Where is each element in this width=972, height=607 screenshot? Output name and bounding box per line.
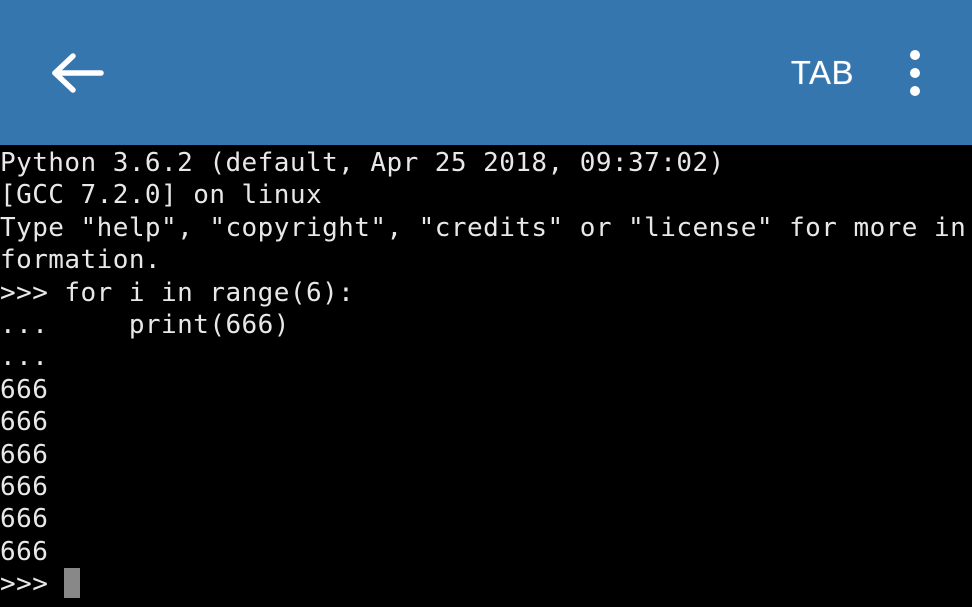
terminal-view[interactable]: Python 3.6.2 (default, Apr 25 2018, 09:3…: [0, 145, 972, 607]
terminal-line: >>> for i in range(6):: [0, 277, 355, 308]
terminal-line: 666: [0, 504, 49, 535]
terminal-output: Python 3.6.2 (default, Apr 25 2018, 09:3…: [0, 145, 972, 600]
terminal-line: Type "help", "copyright", "credits" or "…: [0, 212, 967, 243]
terminal-line: 666: [0, 407, 49, 438]
terminal-line: formation.: [0, 245, 162, 276]
app-bar-left-group: [0, 41, 110, 105]
arrow-left-icon: [49, 52, 107, 94]
terminal-cursor: [64, 568, 81, 599]
terminal-app-window: TAB Python 3.6.2 (default, Apr 25 2018, …: [0, 0, 972, 607]
back-button[interactable]: [46, 41, 110, 105]
more-vertical-icon-dot-1: [910, 49, 920, 60]
terminal-line: 666: [0, 471, 49, 502]
terminal-line: 666: [0, 374, 49, 405]
app-bar: TAB: [0, 0, 972, 145]
terminal-prompt: >>>: [0, 569, 65, 600]
terminal-line: [GCC 7.2.0] on linux: [0, 180, 323, 211]
more-vertical-icon-dot-2: [910, 67, 920, 78]
app-bar-right-group: TAB: [791, 43, 972, 103]
more-vertical-icon-dot-3: [910, 85, 920, 96]
terminal-line: ... print(666): [0, 309, 290, 340]
terminal-line: Python 3.6.2 (default, Apr 25 2018, 09:3…: [0, 148, 725, 178]
overflow-menu-button[interactable]: [900, 43, 930, 103]
terminal-prompt-line[interactable]: >>>: [0, 568, 972, 600]
terminal-line: ...: [0, 342, 65, 373]
tab-key-button[interactable]: TAB: [791, 56, 854, 89]
terminal-line: 666: [0, 536, 49, 567]
terminal-line: 666: [0, 439, 49, 470]
